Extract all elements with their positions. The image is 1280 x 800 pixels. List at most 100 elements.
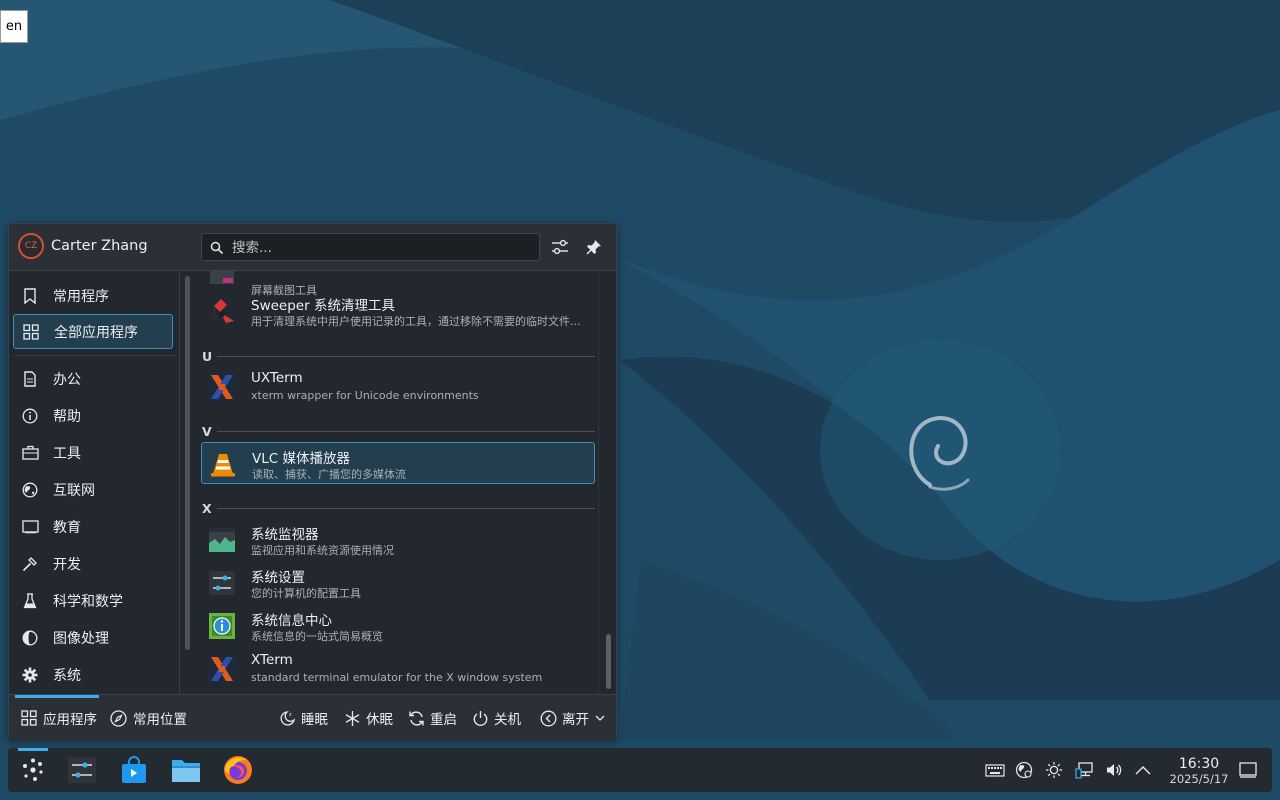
sliders-icon xyxy=(552,239,568,255)
firefox-taskbar-button[interactable] xyxy=(222,754,254,786)
tray-brightness[interactable] xyxy=(1044,760,1064,780)
keyboard-icon xyxy=(985,764,1005,777)
avatar[interactable]: CZ xyxy=(18,233,44,259)
sidebar-item-graphics[interactable]: 图像处理 xyxy=(13,620,173,655)
show-desktop-icon xyxy=(1239,762,1257,778)
office-icon xyxy=(21,370,39,388)
tray-network-globe[interactable] xyxy=(1014,760,1034,780)
pin-icon xyxy=(586,240,601,255)
volume-icon xyxy=(1107,764,1122,776)
section-divider xyxy=(217,356,595,357)
username: Carter Zhang xyxy=(51,238,148,254)
sidebar-item-system[interactable]: 系统 xyxy=(13,657,173,692)
sleep-button[interactable]: z 睡眠 xyxy=(279,695,328,741)
system-settings-icon xyxy=(68,757,96,783)
app-description: xterm wrapper for Unicode environments xyxy=(251,389,479,402)
section-header-x: X xyxy=(202,501,212,516)
clock-date[interactable]: 2025/5/17 xyxy=(1160,772,1238,786)
sidebar-item-favorites[interactable]: 常用程序 xyxy=(13,278,173,313)
configure-button[interactable] xyxy=(549,236,571,258)
shutdown-button[interactable]: 关机 xyxy=(472,695,521,741)
app-description: 用于清理系统中用户使用记录的工具，通过移除不需要的临时文件... xyxy=(251,315,581,328)
sidebar-item-education[interactable]: 教育 xyxy=(13,509,173,544)
xterm-icon xyxy=(208,655,236,683)
flask-icon xyxy=(21,592,39,610)
list-item-vlc[interactable]: VLC 媒体播放器 读取、捕获、广播您的多媒体流 xyxy=(201,442,595,484)
bookmark-icon xyxy=(21,287,39,305)
grid-icon xyxy=(22,323,40,341)
list-item-uxterm[interactable]: UXTerm xterm wrapper for Unicode environ… xyxy=(201,366,595,408)
firefox-icon xyxy=(224,756,252,784)
active-task-indicator xyxy=(18,748,48,751)
shopping-bag-icon xyxy=(122,756,146,783)
list-item-system-monitor[interactable]: 系统监视器 监视应用和系统资源使用情况 xyxy=(201,519,595,561)
app-name: VLC 媒体播放器 xyxy=(252,451,350,467)
info-center-icon xyxy=(209,613,235,639)
restart-icon xyxy=(408,710,425,727)
list-item-xterm[interactable]: XTerm standard terminal emulator for the… xyxy=(201,648,595,690)
globe-icon xyxy=(1015,761,1033,779)
sidebar-item-internet[interactable]: 互联网 xyxy=(13,472,173,507)
sidebar-item-label: 互联网 xyxy=(53,482,95,499)
screenshot-app-icon xyxy=(210,270,234,284)
vlc-cone-icon xyxy=(211,454,235,477)
category-sidebar: 常用程序 全部应用程序 办公 帮助 工具 互联网 教育 开发 科学和数学 图像处… xyxy=(9,270,180,694)
tray-expander[interactable] xyxy=(1133,760,1153,780)
tray-network[interactable] xyxy=(1074,760,1094,780)
sidebar-item-help[interactable]: 帮助 xyxy=(13,398,173,433)
application-list: 屏幕截图工具 Sweeper 系统清理工具 用于清理系统中用户使用记录的工具，通… xyxy=(197,270,599,694)
sidebar-item-science[interactable]: 科学和数学 xyxy=(13,583,173,618)
sidebar-item-office[interactable]: 办公 xyxy=(13,361,173,396)
show-desktop-button[interactable] xyxy=(1238,760,1258,780)
toolbox-icon xyxy=(21,444,39,462)
file-manager-taskbar-button[interactable] xyxy=(170,754,202,786)
tab-applications[interactable]: 应用程序 xyxy=(21,695,97,741)
keyboard-layout-indicator[interactable]: en xyxy=(0,10,28,43)
leave-button[interactable]: 离开 xyxy=(540,695,605,741)
app-name: Sweeper 系统清理工具 xyxy=(251,298,395,314)
folder-icon xyxy=(172,760,200,782)
app-description: 系统信息的一站式简易概览 xyxy=(251,630,383,643)
app-name: XTerm xyxy=(251,652,293,668)
tray-input-method[interactable] xyxy=(985,760,1005,780)
sidebar-item-development[interactable]: 开发 xyxy=(13,546,173,581)
applist-scrollbar[interactable] xyxy=(606,634,611,689)
graphics-icon xyxy=(21,629,39,647)
sidebar-scrollbar[interactable] xyxy=(185,276,190,650)
app-name: UXTerm xyxy=(251,370,303,386)
tab-label: 应用程序 xyxy=(43,712,97,728)
hibernate-button[interactable]: 休眠 xyxy=(344,695,393,741)
education-icon xyxy=(21,518,39,536)
restart-button[interactable]: 重启 xyxy=(408,695,457,741)
system-settings-taskbar-button[interactable] xyxy=(66,754,98,786)
list-item-info-center[interactable]: 系统信息中心 系统信息的一站式简易概览 xyxy=(201,605,595,647)
chevron-up-icon xyxy=(1135,766,1151,775)
tray-volume[interactable] xyxy=(1104,760,1124,780)
list-item-sweeper[interactable]: Sweeper 系统清理工具 用于清理系统中用户使用记录的工具，通过移除不需要的… xyxy=(201,290,595,332)
power-icon xyxy=(472,710,489,727)
search-icon xyxy=(210,240,224,259)
leave-label: 离开 xyxy=(562,712,589,728)
app-name: 系统设置 xyxy=(251,570,305,586)
list-item-system-settings[interactable]: 系统设置 您的计算机的配置工具 xyxy=(201,562,595,604)
discover-taskbar-button[interactable] xyxy=(118,754,150,786)
sleep-icon: z xyxy=(279,710,296,727)
pin-button[interactable] xyxy=(583,236,605,258)
leave-icon xyxy=(540,710,557,727)
svg-text:z: z xyxy=(289,712,292,718)
system-monitor-icon xyxy=(209,528,235,552)
search-box[interactable] xyxy=(201,233,540,261)
search-input[interactable] xyxy=(230,238,534,258)
sidebar-item-utilities[interactable]: 工具 xyxy=(13,435,173,470)
chevron-down-icon xyxy=(595,715,605,722)
tab-label: 常用位置 xyxy=(133,712,187,728)
app-description: 监视应用和系统资源使用情况 xyxy=(251,544,394,557)
network-wired-icon xyxy=(1075,762,1093,779)
section-divider xyxy=(217,431,595,432)
shutdown-label: 关机 xyxy=(494,712,521,728)
application-launcher-button[interactable] xyxy=(17,754,49,786)
sidebar-item-all-applications[interactable]: 全部应用程序 xyxy=(13,314,173,349)
clock-time[interactable]: 16:30 xyxy=(1164,756,1234,772)
tab-places[interactable]: 常用位置 xyxy=(110,695,187,741)
gear-icon xyxy=(21,666,39,684)
